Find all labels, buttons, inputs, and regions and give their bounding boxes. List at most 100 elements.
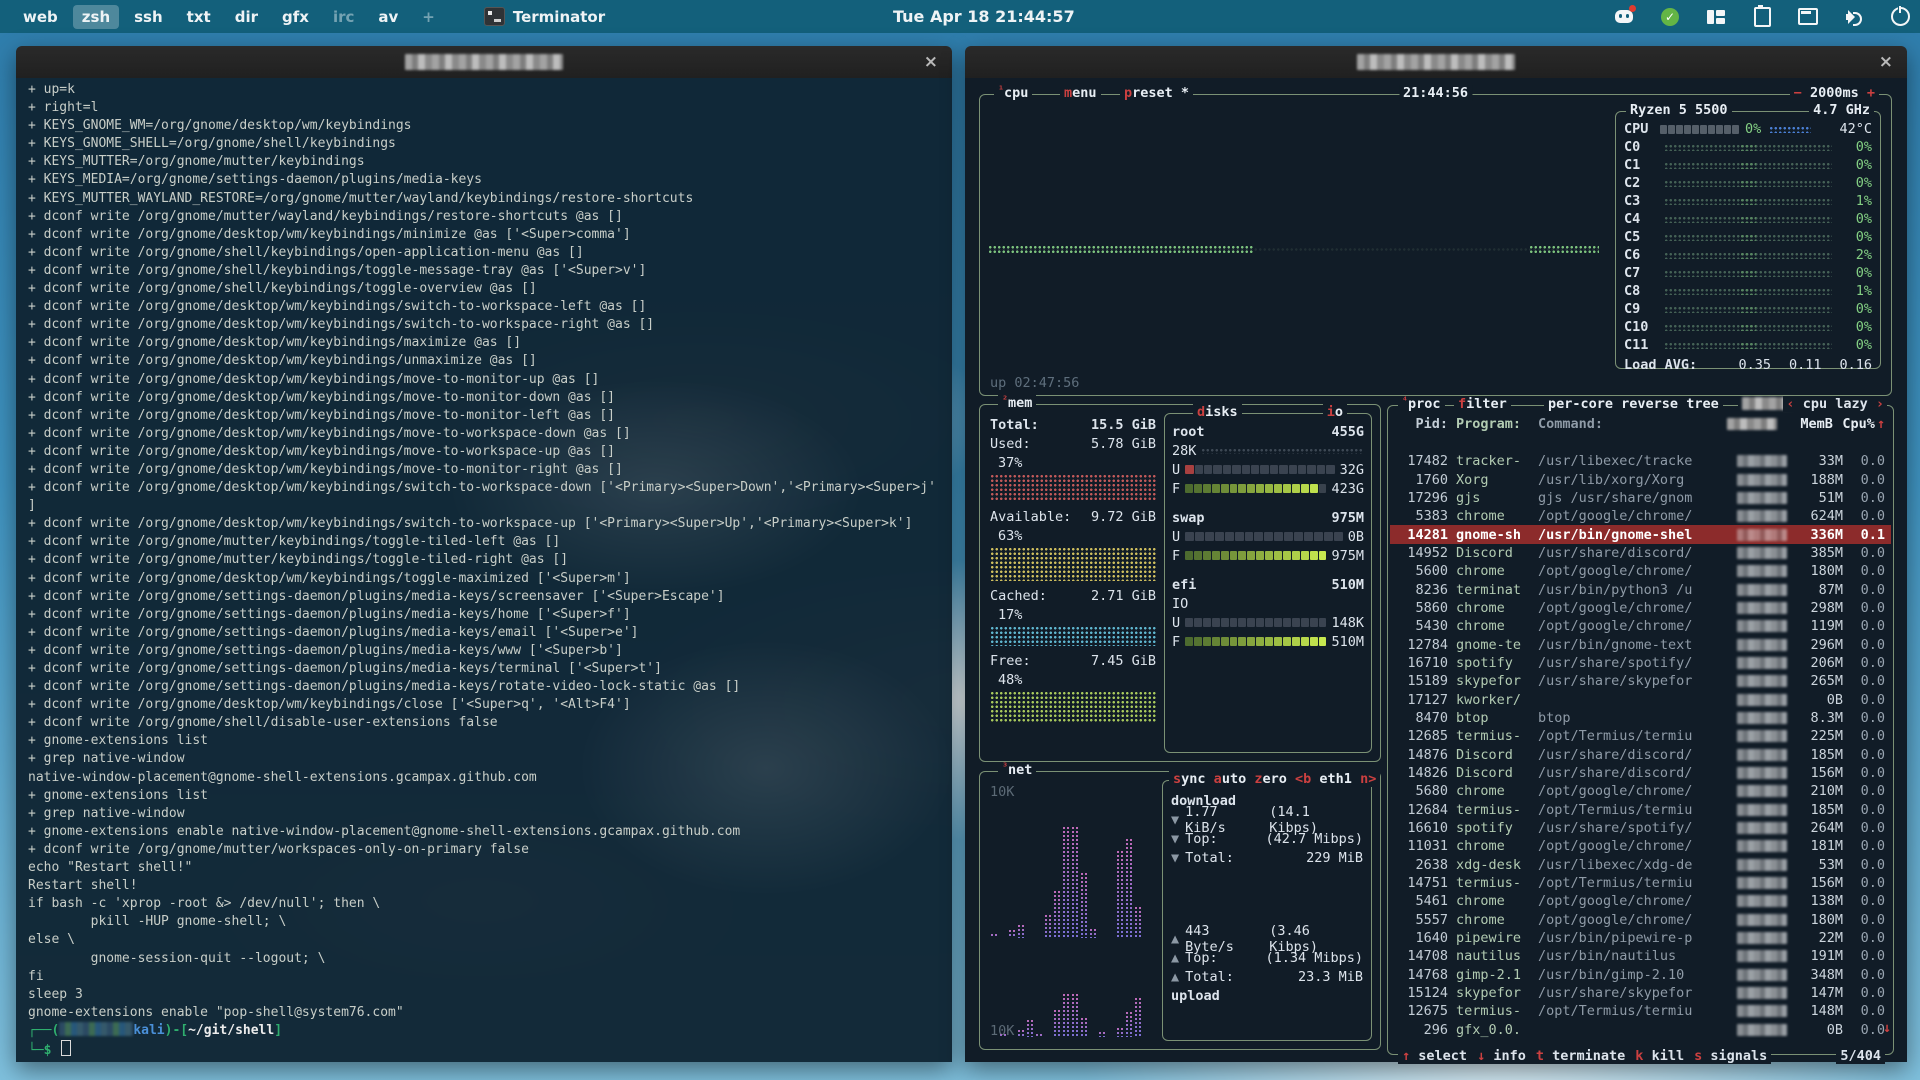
process-row[interactable]: 15189 skypefor/usr/share/skypefor 265M 0.0 — [1390, 672, 1891, 690]
workspace-txt[interactable]: txt — [178, 5, 220, 29]
preset-button[interactable]: preset * — [1120, 85, 1194, 101]
process-row[interactable]: 14826 Discord/usr/share/discord/156M 0.0 — [1390, 764, 1891, 782]
core-row-C2: C2 0% — [1624, 175, 1872, 191]
terminal-line: + dconf write /org/gnome/desktop/wm/keyb… — [28, 299, 647, 315]
workspace-gfx[interactable]: gfx — [273, 5, 318, 29]
process-row[interactable]: 8236 terminat/usr/bin/python3 /u 87M 0.0 — [1390, 580, 1891, 598]
scroll-down-indicator[interactable]: ↓ — [1883, 1020, 1891, 1036]
process-row[interactable]: 296 gfx_0.0. 0B 0.0 — [1390, 1021, 1891, 1038]
process-row[interactable]: 17482 tracker-/usr/libexec/tracke 33M 0.0 — [1390, 452, 1891, 470]
net-interface-selector[interactable]: <b eth1 n> — [1295, 771, 1376, 787]
process-row[interactable]: 11031 chrome/opt/google/chrome/181M 0.0 — [1390, 837, 1891, 855]
mem-box-title[interactable]: ²mem — [998, 395, 1037, 411]
sort-selector[interactable]: ‹ cpu lazy › — [1783, 396, 1887, 412]
shell-input-line[interactable]: └─$ — [28, 1039, 950, 1060]
terminal-line: + dconf write /org/gnome/settings-daemon… — [28, 661, 662, 676]
power-icon[interactable] — [1890, 5, 1910, 27]
net-bar — [1071, 826, 1078, 938]
process-row[interactable]: 16710 spotify/usr/share/spotify/206M 0.0 — [1390, 654, 1891, 672]
proc-box-title[interactable]: ⁴proc — [1398, 396, 1445, 412]
workspace-av[interactable]: av — [369, 5, 407, 29]
net-button-zero[interactable]: zero — [1254, 771, 1295, 787]
workspace-web[interactable]: web — [14, 5, 67, 29]
disk-list: root 455G 28K U 32G F 423G swap 975M U 0B F 975M efi 5… — [1165, 414, 1371, 661]
cpu-box-title[interactable]: ¹cpu — [994, 85, 1033, 101]
process-row[interactable]: 12675 termius-/opt/Termius/termiu 148M 0.0 — [1390, 1002, 1891, 1020]
proc-option-reverse[interactable]: reverse — [1621, 396, 1686, 412]
process-row[interactable]: 2638 xdg-desk/usr/libexec/xdg-de 53M 0.0 — [1390, 856, 1891, 874]
user-censored — [1737, 583, 1787, 596]
upload-stat: ▲ Top: (1.34 Mibps) — [1171, 949, 1363, 966]
process-row[interactable]: 14708 nautilus/usr/bin/nautilus 191M 0.0 — [1390, 947, 1891, 965]
user-censored — [1737, 785, 1787, 798]
updates-ok-icon[interactable]: ✓ — [1660, 7, 1680, 27]
process-row[interactable]: 5557 chrome/opt/google/chrome/180M 0.0 — [1390, 911, 1891, 929]
process-row-selected[interactable]: 14281 gnome-sh/usr/bin/gnome-shel 336M 0.1 — [1390, 525, 1891, 544]
process-row[interactable]: 12685 termius-/opt/Termius/termiu 225M 0.0 — [1390, 727, 1891, 745]
clipboard-icon[interactable] — [1752, 4, 1772, 27]
process-row[interactable]: 14952 Discord/usr/share/discord/385M 0.0 — [1390, 544, 1891, 562]
discord-icon[interactable] — [1614, 4, 1636, 27]
proc-option-per-core[interactable]: per-core — [1548, 396, 1621, 412]
menu-button[interactable]: menu — [1060, 85, 1101, 101]
process-row[interactable]: 8470 btop btop 8.3M 0.0 — [1390, 709, 1891, 727]
proc-option-tree[interactable]: tree — [1686, 396, 1719, 412]
workspace-zsh[interactable]: zsh — [72, 4, 120, 29]
process-row[interactable]: 5383 chrome/opt/google/chrome/624M 0.0 — [1390, 507, 1891, 525]
user-censored — [1737, 675, 1787, 688]
cpu-total-row: CPU 0% 42°C — [1624, 121, 1872, 137]
workspace-dir[interactable]: dir — [226, 5, 267, 29]
process-row[interactable]: 17296 gjs gjs /usr/share/gnom 51M 0.0 — [1390, 489, 1891, 507]
proc-action-info[interactable]: ↓ info — [1477, 1048, 1526, 1064]
terminal-line: + dconf write /org/gnome/shell/keybindin… — [28, 244, 584, 260]
process-row[interactable]: 12684 termius-/opt/Termius/termiu 185M 0.0 — [1390, 801, 1891, 819]
terminal-line: + KEYS_MUTTER_WAYLAND_RESTORE=/org/gnome… — [28, 190, 694, 206]
terminal-line: native-window-placement@gnome-shell-exte… — [28, 769, 537, 785]
disks-io-toggle[interactable]: io — [1322, 404, 1347, 420]
process-row[interactable]: 15124 skypefor/usr/share/skypefor 147M 0.0 — [1390, 984, 1891, 1002]
volume-icon[interactable] — [1844, 7, 1864, 27]
process-row[interactable]: 14768 gimp-2.1/usr/bin/gimp-2.10 348M 0.0 — [1390, 966, 1891, 984]
process-row[interactable]: 5430 chrome/opt/google/chrome/119M 0.0 — [1390, 617, 1891, 635]
cpu-usage-graph-segment — [988, 245, 1253, 254]
workspace-ssh[interactable]: ssh — [125, 5, 172, 29]
col-command: Command: — [1538, 416, 1604, 432]
proc-footer: ↑ select ↓ info t terminate k kill s signals — [1398, 1048, 1772, 1064]
left-window-titlebar[interactable]: × — [16, 46, 952, 78]
process-row[interactable]: 5860 chrome/opt/google/chrome/298M 0.0 — [1390, 599, 1891, 617]
user-censored — [1737, 1005, 1787, 1018]
filter-button[interactable]: filter — [1454, 396, 1511, 412]
app-indicator[interactable]: Terminator — [483, 7, 605, 26]
disks-title[interactable]: disks — [1193, 404, 1242, 420]
proc-action-select[interactable]: ↑ select — [1402, 1048, 1467, 1064]
net-button-sync[interactable]: sync — [1173, 771, 1214, 787]
close-button[interactable]: × — [1879, 46, 1893, 78]
user-censored — [1737, 730, 1787, 743]
workspace-irc[interactable]: irc — [324, 5, 363, 29]
load-value: 0.11 — [1788, 357, 1822, 373]
process-row[interactable]: 1640 pipewire/usr/bin/pipewire-p 22M 0.0 — [1390, 929, 1891, 947]
core-row-C8: C8 1% — [1624, 283, 1872, 299]
proc-action-terminate[interactable]: t terminate — [1536, 1048, 1625, 1064]
process-row[interactable]: 5680 chrome/opt/google/chrome/210M 0.0 — [1390, 782, 1891, 800]
process-row[interactable]: 14751 termius-/opt/Termius/termiu 156M 0.0 — [1390, 874, 1891, 892]
workspace-+[interactable]: + — [413, 5, 444, 29]
mem-row-free: Free: 7.45 GiB — [990, 652, 1156, 669]
process-row[interactable]: 17127 kworker/0B 0.0 — [1390, 690, 1891, 708]
process-row[interactable]: 5461 chrome/opt/google/chrome/138M 0.0 — [1390, 892, 1891, 910]
terminal-output[interactable]: + up=k + right=l + KEYS_GNOME_WM=/org/gnom… — [16, 78, 952, 1062]
process-row[interactable]: 5600 chrome/opt/google/chrome/180M 0.0 — [1390, 562, 1891, 580]
net-button-auto[interactable]: auto — [1214, 771, 1255, 787]
terminal-icon[interactable] — [1798, 7, 1818, 27]
net-box-title[interactable]: ³net — [998, 762, 1037, 778]
process-row[interactable]: 14876 Discord/usr/share/discord/185M 0.0 — [1390, 746, 1891, 764]
tiling-layout-icon[interactable] — [1706, 7, 1726, 27]
process-row[interactable]: 1760 Xorg/usr/lib/xorg/Xorg 188M 0.0 — [1390, 470, 1891, 488]
process-row[interactable]: 16610 spotify/usr/share/spotify/264M 0.0 — [1390, 819, 1891, 837]
proc-action-signals[interactable]: s signals — [1694, 1048, 1767, 1064]
update-interval[interactable]: − 2000ms + — [1789, 85, 1879, 101]
proc-action-kill[interactable]: k kill — [1635, 1048, 1684, 1064]
process-row[interactable]: 12784 gnome-te/usr/bin/gnome-text 296M 0.0 — [1390, 635, 1891, 653]
right-window-titlebar[interactable]: × — [965, 46, 1907, 78]
close-button[interactable]: × — [924, 46, 938, 78]
